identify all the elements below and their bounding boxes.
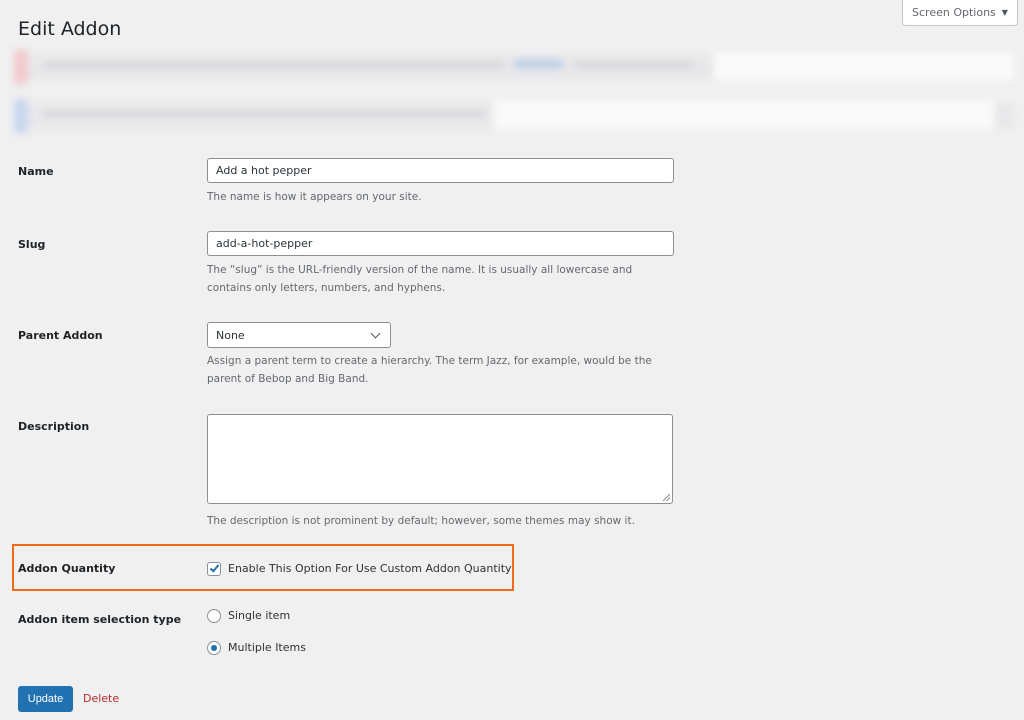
update-button[interactable]: Update	[18, 686, 73, 712]
description-help: The description is not prominent by defa…	[207, 515, 635, 527]
dropdown-arrow-icon: ▼	[1001, 8, 1008, 17]
addon-quantity-label: Addon Quantity	[18, 562, 116, 575]
admin-notice-1	[14, 50, 1014, 84]
slug-input-value: add-a-hot-pepper	[216, 237, 313, 250]
admin-notice-2	[14, 99, 1014, 133]
radio-multiple-items-label[interactable]: Multiple Items	[228, 641, 306, 654]
addon-quantity-checkbox[interactable]	[207, 562, 221, 576]
parent-addon-label: Parent Addon	[18, 329, 103, 342]
chevron-down-icon	[370, 328, 381, 338]
resize-grip-icon[interactable]	[663, 494, 670, 501]
name-input[interactable]: Add a hot pepper	[207, 158, 674, 183]
selection-type-label: Addon item selection type	[18, 613, 182, 626]
parent-help-line2: parent of Bebop and Big Band.	[207, 373, 369, 385]
parent-addon-selected: None	[216, 328, 245, 342]
description-label: Description	[18, 420, 90, 433]
description-textarea[interactable]	[207, 414, 673, 504]
slug-label: Slug	[18, 238, 46, 251]
radio-single-item-label[interactable]: Single item	[228, 609, 290, 622]
addon-quantity-checkbox-label[interactable]: Enable This Option For Use Custom Addon …	[228, 562, 512, 575]
slug-help-line2: contains only letters, numbers, and hyph…	[207, 282, 446, 294]
radio-single-item[interactable]	[207, 609, 221, 623]
parent-addon-select[interactable]: None	[207, 322, 391, 348]
page-title: Edit Addon	[18, 18, 122, 40]
slug-help: The “slug” is the URL-friendly version o…	[207, 261, 677, 297]
parent-help-line1: Assign a parent term to create a hierarc…	[207, 355, 652, 367]
radio-multiple-items[interactable]	[207, 641, 221, 655]
slug-input[interactable]: add-a-hot-pepper	[207, 231, 674, 256]
delete-link[interactable]: Delete	[83, 692, 119, 705]
screen-options-button[interactable]: Screen Options ▼	[902, 0, 1018, 26]
radio-selected-dot	[211, 645, 217, 651]
checkmark-icon	[209, 562, 220, 573]
name-label: Name	[18, 165, 54, 178]
parent-addon-help: Assign a parent term to create a hierarc…	[207, 352, 677, 388]
slug-help-line1: The “slug” is the URL-friendly version o…	[207, 264, 633, 276]
name-input-value: Add a hot pepper	[216, 164, 312, 177]
screen-options-label: Screen Options	[912, 6, 996, 19]
name-help: The name is how it appears on your site.	[207, 191, 422, 203]
